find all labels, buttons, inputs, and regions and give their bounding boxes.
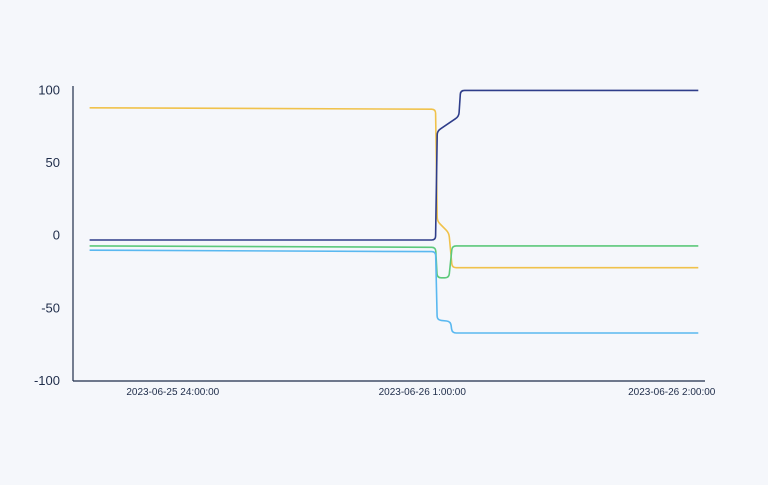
series-line-2 [89, 89, 699, 241]
x-tick-label: 2023-06-26 1:00:00 [379, 387, 467, 398]
chart-canvas: 100 50 0 -50 -100 2023-06-25 24:00:00 2023-06-… [34, 82, 716, 398]
y-tick-label: 50 [46, 155, 60, 170]
axes [72, 86, 705, 382]
y-tick-label: -50 [41, 300, 60, 315]
x-tick-label: 2023-06-26 2:00:00 [628, 387, 716, 398]
y-tick-label: 100 [38, 82, 60, 97]
line-chart: 100 50 0 -50 -100 2023-06-25 24:00:00 2023-06-… [0, 0, 768, 480]
series-line-1 [89, 107, 699, 269]
y-tick-label: 0 [53, 228, 60, 243]
series-line-4 [89, 249, 699, 334]
series-lines [89, 89, 699, 334]
x-tick-label: 2023-06-25 24:00:00 [126, 387, 219, 398]
y-tick-label: -100 [34, 373, 60, 388]
